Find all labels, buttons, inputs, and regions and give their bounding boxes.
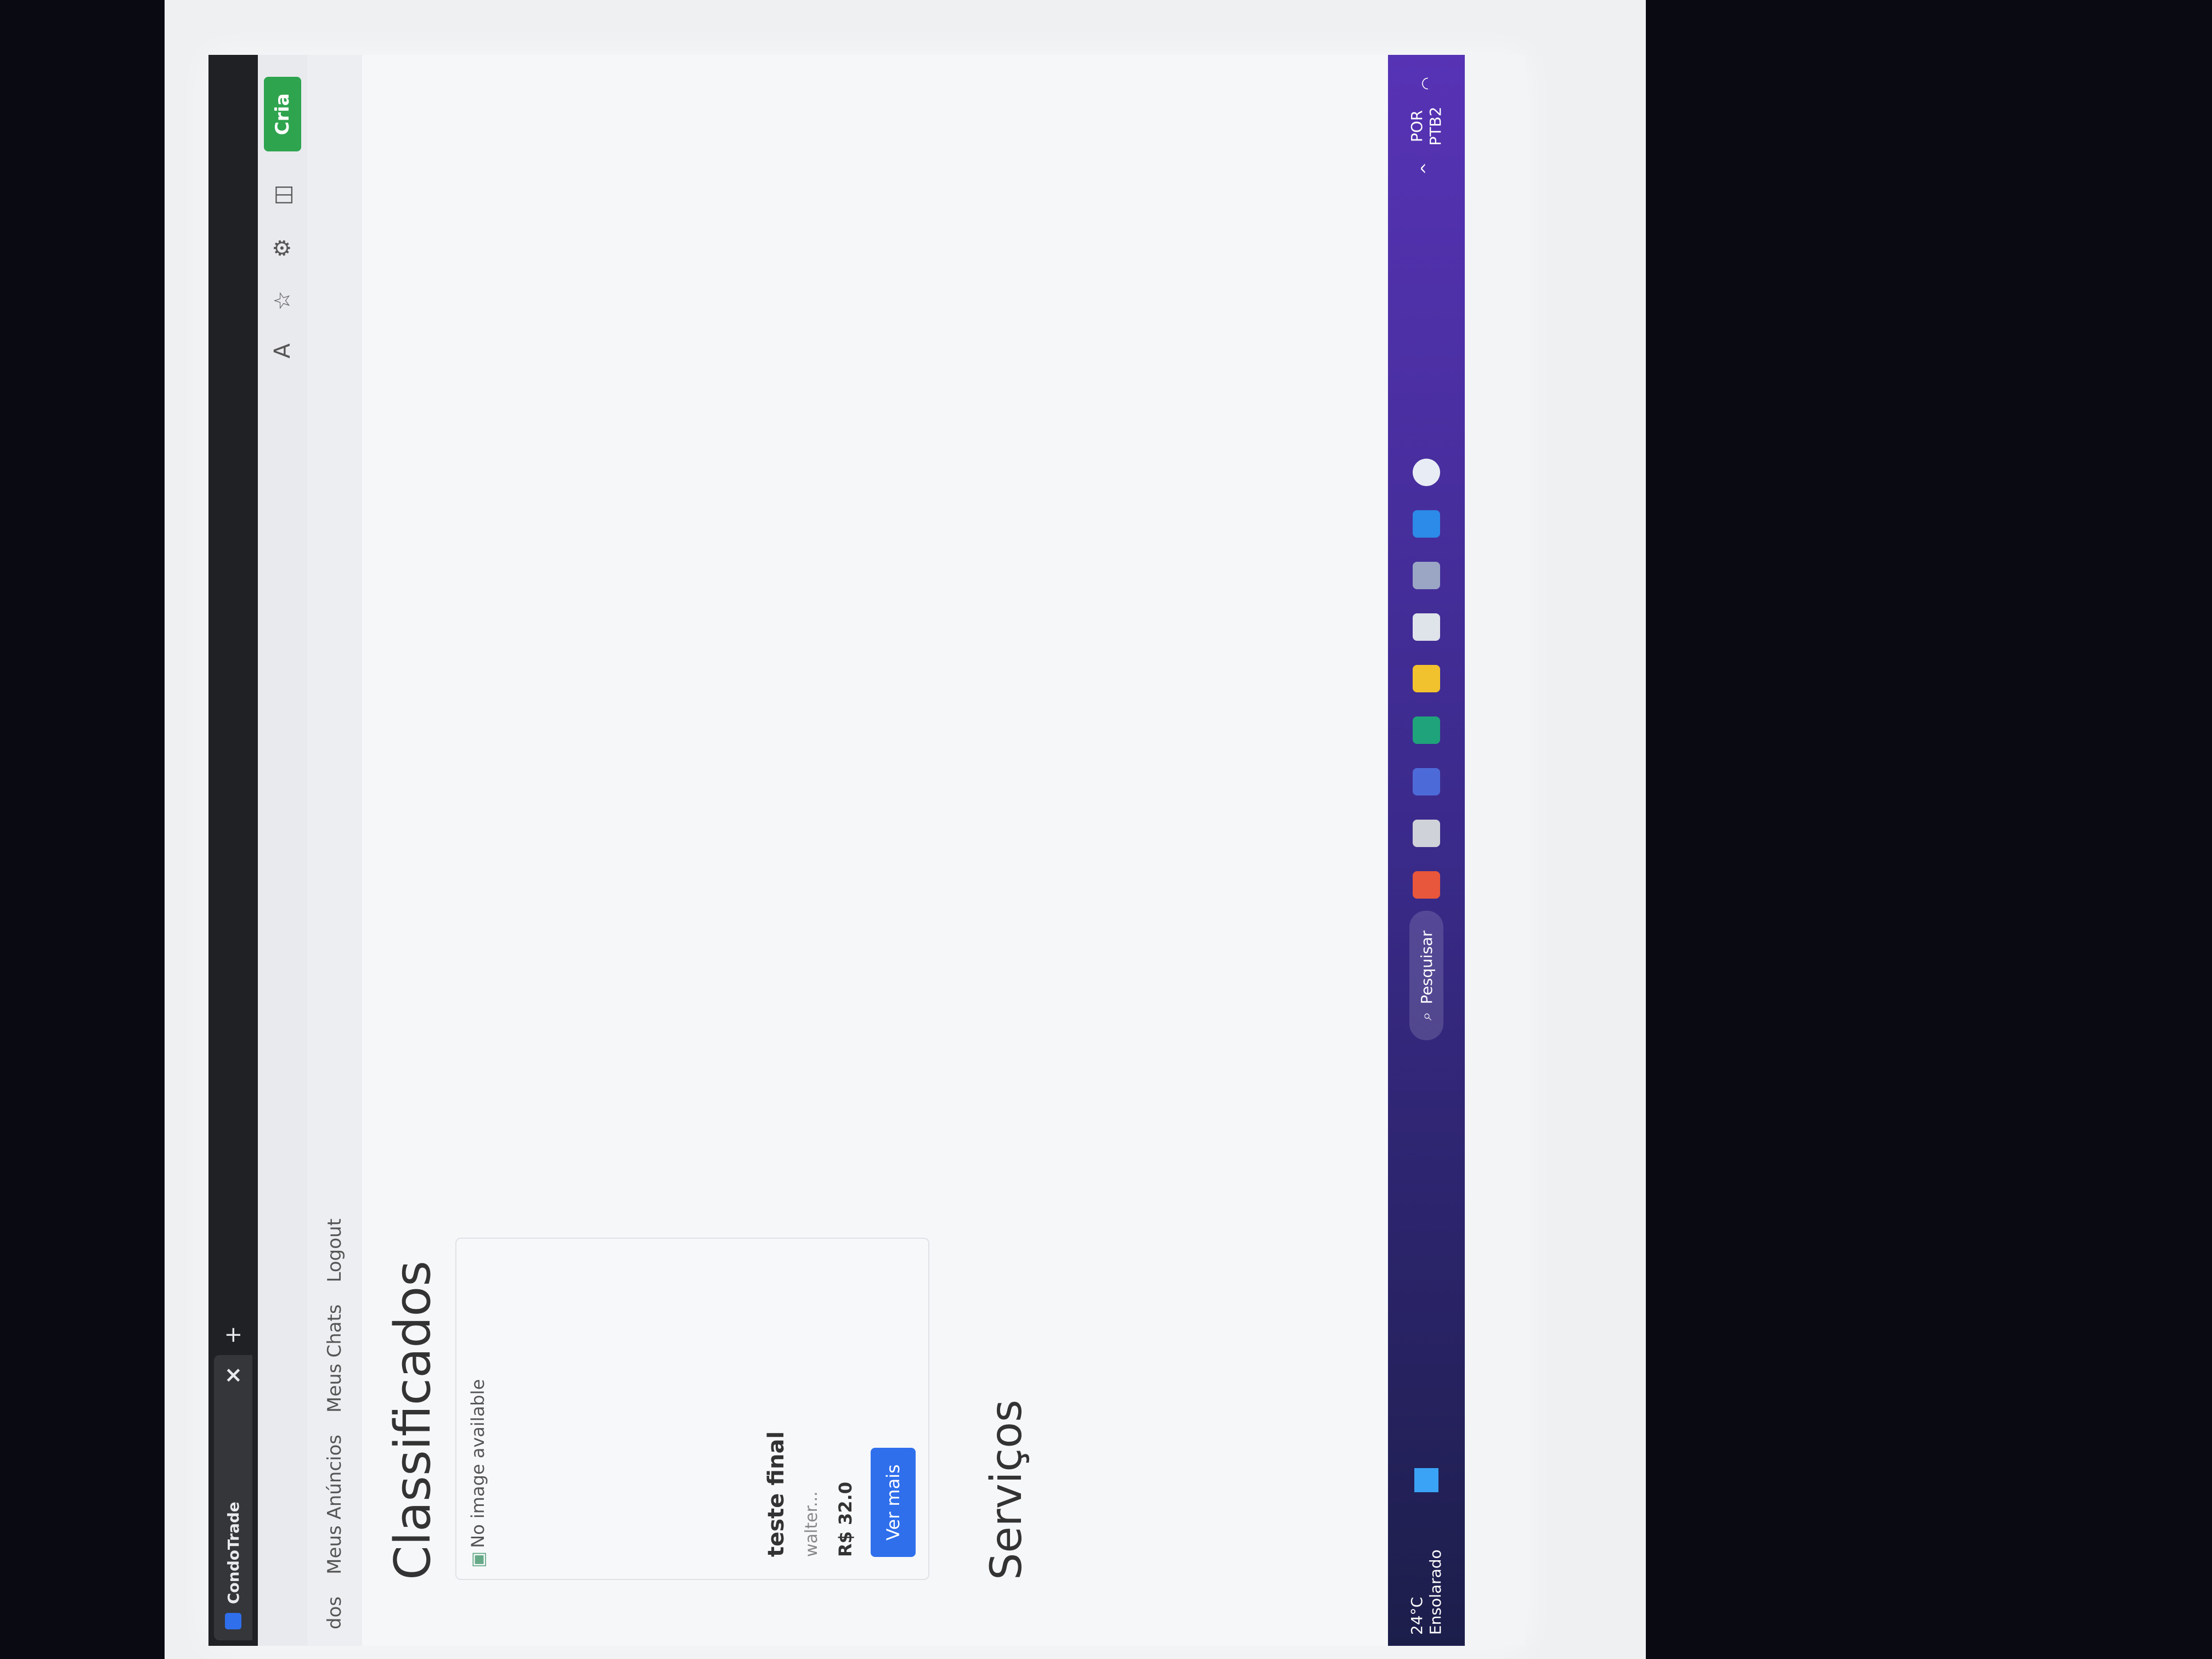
store-icon[interactable] (1413, 613, 1440, 641)
listing-card: No image available teste final walter...… (455, 1238, 929, 1580)
system-tray: ^ POR PTB2 ◠ (1408, 55, 1444, 175)
listing-price: R$ 32.0 (835, 1482, 856, 1557)
lang-bottom: PTB2 (1426, 106, 1444, 146)
search-icon: ⌕ (1417, 1012, 1435, 1020)
windows-taskbar: 24°C Ensolarado ⌕ Pesquisar ^ POR PTB2 ◠ (1388, 55, 1465, 1646)
listing-image-placeholder: No image available (467, 1379, 488, 1568)
nav-item-meus-anuncios[interactable]: Meus Anúncios (324, 1435, 346, 1575)
extensions-icon[interactable]: ⚙ (270, 238, 295, 258)
split-screen-icon[interactable]: ◫ (270, 184, 295, 205)
language-indicator[interactable]: POR PTB2 (1408, 106, 1444, 145)
weather-desc: Ensolarado (1426, 1549, 1444, 1635)
search-placeholder: Pesquisar (1417, 930, 1436, 1005)
windows-start-icon[interactable] (1414, 1468, 1438, 1492)
weather-temp: 24°C (1408, 1596, 1426, 1635)
page-content: dos Meus Anúncios Meus Chats Logout Clas… (307, 55, 1388, 1646)
wifi-icon[interactable]: ◠ (1418, 77, 1436, 90)
favorite-star-icon[interactable]: ☆ (270, 291, 295, 311)
weather-widget[interactable]: 24°C Ensolarado (1408, 1525, 1444, 1646)
read-aloud-icon[interactable]: A (270, 343, 295, 358)
browser-tabbar: CondoTrade × + (208, 55, 258, 1646)
view-more-button[interactable]: Ver mais (871, 1448, 916, 1557)
listing-author: walter... (802, 1491, 821, 1557)
nav-item-meus-chats[interactable]: Meus Chats (324, 1305, 346, 1413)
taskbar-search[interactable]: ⌕ Pesquisar (1409, 911, 1443, 1040)
settings-icon[interactable] (1413, 562, 1440, 590)
nav-item-logout[interactable]: Logout (324, 1218, 346, 1282)
file-explorer-icon[interactable] (1413, 665, 1440, 693)
lang-top: POR (1408, 110, 1426, 143)
edge-icon[interactable] (1413, 716, 1440, 744)
create-button[interactable]: Cria (264, 77, 301, 152)
site-navbar: dos Meus Anúncios Meus Chats Logout (307, 55, 362, 1646)
browser-toolbar: A ☆ ⚙ ◫ Cria (258, 55, 307, 1646)
tab-title: CondoTrade (224, 1502, 242, 1604)
page-title: Classificados (384, 1260, 442, 1580)
new-tab-icon[interactable]: + (221, 1325, 246, 1344)
teams-icon[interactable] (1413, 768, 1440, 796)
chevron-up-icon[interactable]: ^ (1418, 162, 1436, 174)
close-tab-icon[interactable]: × (221, 1366, 246, 1385)
desktop: CondoTrade × + A ☆ ⚙ ◫ Cria dos Meus Anú… (208, 55, 1525, 1646)
task-view-icon[interactable] (1413, 820, 1440, 848)
section-title-services: Serviços (982, 1400, 1031, 1580)
vscode-icon[interactable] (1413, 510, 1440, 538)
browser-tab[interactable]: CondoTrade × (214, 1355, 252, 1640)
nav-item-anuncios[interactable]: dos (324, 1596, 346, 1629)
app-icon-1[interactable] (1413, 871, 1440, 899)
listing-title: teste final (764, 1431, 789, 1557)
chrome-icon[interactable] (1413, 459, 1440, 487)
favicon-icon (225, 1613, 241, 1629)
